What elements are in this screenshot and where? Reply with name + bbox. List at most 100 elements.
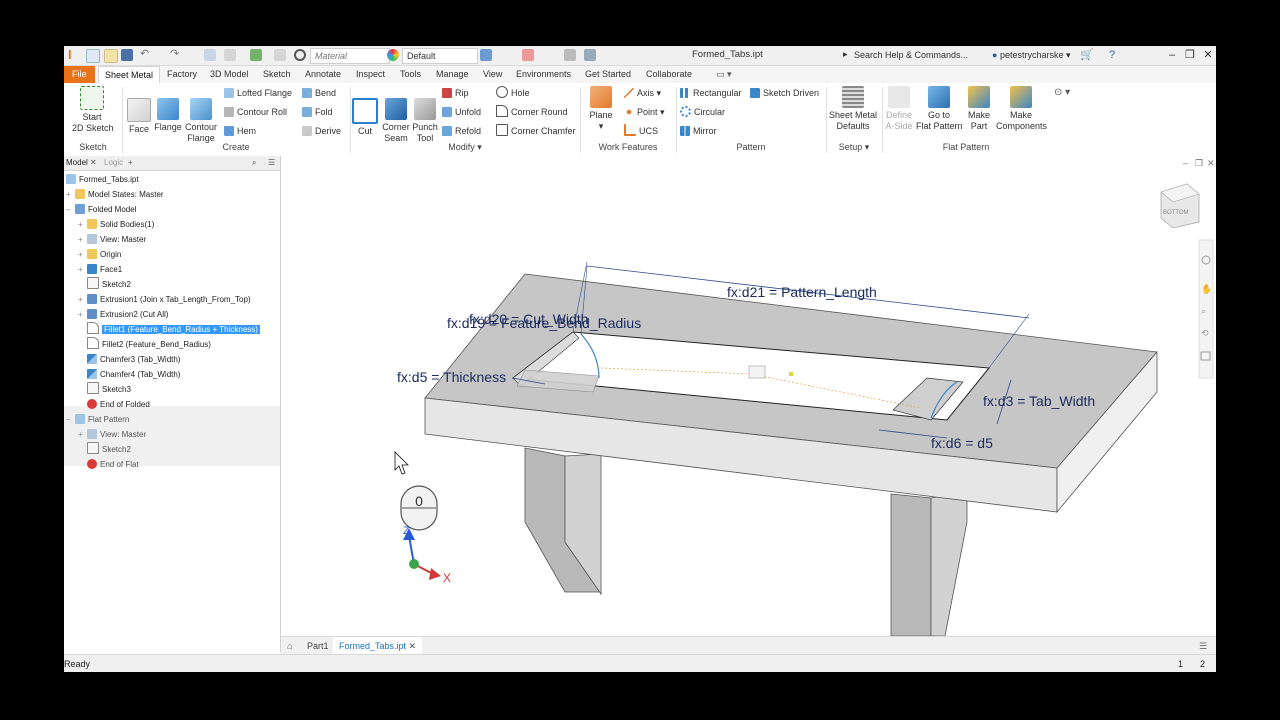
search-icon[interactable]: ⌕ (252, 156, 256, 170)
hem-button[interactable]: Hem (224, 124, 256, 138)
open-icon[interactable] (104, 49, 118, 63)
bend-button[interactable]: Bend (302, 86, 336, 100)
sketch-constraint-glyph[interactable] (748, 365, 766, 379)
tree-sketch3[interactable]: Sketch3 (78, 382, 131, 397)
tree-end-of-folded[interactable]: End of Folded (78, 397, 150, 412)
update-icon[interactable] (250, 49, 262, 61)
select-icon[interactable] (204, 49, 216, 61)
expand-icon[interactable]: + (78, 262, 87, 277)
graphics-viewport[interactable]: fx:d21 = Pattern_Length fx:d20 = Cut_Wid… (281, 156, 1216, 636)
measure-icon[interactable] (224, 49, 236, 61)
tree-extrusion1[interactable]: + Extrusion1 (Join x Tab_Length_From_Top) (78, 292, 251, 307)
tab-file[interactable]: File (64, 66, 95, 83)
derive-button[interactable]: Derive (302, 124, 341, 138)
expand-icon[interactable]: + (78, 292, 87, 307)
tabs-menu-icon[interactable]: ☰ (1199, 637, 1207, 655)
tab-environments[interactable]: Environments (510, 66, 577, 83)
point-button[interactable]: Point ▾ (624, 105, 665, 119)
tree-model-states[interactable]: + Model States: Master (66, 187, 164, 202)
pan-icon[interactable]: ✋ (1201, 283, 1212, 294)
corner-chamfer-button[interactable]: Corner Chamfer (496, 124, 576, 138)
tree-fillet2[interactable]: Fillet2 (Feature_Bend_Radius) (78, 337, 211, 352)
corner-seam-button[interactable]: Corner Seam (380, 98, 412, 144)
contour-flange-button[interactable]: Contour Flange (184, 98, 218, 144)
expand-icon[interactable]: + (78, 247, 87, 262)
make-part-button[interactable]: Make Part (964, 86, 994, 132)
tree-root[interactable]: Formed_Tabs.ipt (66, 172, 139, 187)
expand-icon[interactable]: + (78, 307, 87, 322)
flange-button[interactable]: Flange (154, 98, 182, 133)
ucs-button[interactable]: UCS (624, 124, 658, 138)
go-to-flat-pattern-button[interactable]: Go to Flat Pattern (916, 86, 963, 132)
viewport-restore-icon[interactable]: ❐ (1195, 158, 1203, 168)
properties-icon[interactable] (274, 49, 286, 61)
tree-flat-sketch2[interactable]: Sketch2 (78, 442, 131, 457)
tree-flat-view-master[interactable]: + View: Master (78, 427, 146, 442)
dim-d5[interactable]: fx:d5 = Thickness (397, 369, 506, 385)
leg-right[interactable] (890, 493, 932, 636)
tree-solid-bodies[interactable]: + Solid Bodies(1) (78, 217, 154, 232)
ribbon-display-options-icon[interactable]: ▭ ▾ (710, 66, 738, 83)
color-override-icon[interactable] (522, 49, 534, 61)
corner-round-button[interactable]: Corner Round (496, 105, 568, 119)
collapse-icon[interactable]: – (66, 202, 75, 217)
fx-icon[interactable] (480, 49, 492, 61)
tab-factory[interactable]: Factory (161, 66, 203, 83)
tree-view-master[interactable]: + View: Master (78, 232, 146, 247)
customize-icon[interactable] (564, 49, 576, 61)
mirror-button[interactable]: Mirror (680, 124, 717, 138)
group-setup[interactable]: Setup ▾ (826, 142, 882, 154)
tab-inspect[interactable]: Inspect (350, 66, 391, 83)
sheet-metal-defaults-button[interactable]: Sheet Metal Defaults (828, 86, 878, 132)
expand-icon[interactable]: + (78, 217, 87, 232)
tree-chamfer3[interactable]: Chamfer3 (Tab_Width) (78, 352, 180, 367)
help-icon[interactable]: ? (1104, 47, 1120, 63)
tab-view[interactable]: View (477, 66, 508, 83)
axis-button[interactable]: Axis ▾ (624, 86, 661, 100)
tree-origin[interactable]: + Origin (78, 247, 121, 262)
maximize-button[interactable]: ❐ (1182, 47, 1198, 63)
save-icon[interactable] (121, 49, 133, 61)
minimize-button[interactable]: – (1164, 47, 1180, 63)
make-components-button[interactable]: Make Components (996, 86, 1047, 132)
undo-icon[interactable]: ↶ (140, 49, 152, 61)
collapse-icon[interactable]: – (66, 412, 75, 427)
more-icon[interactable] (584, 49, 596, 61)
new-icon[interactable] (86, 49, 100, 63)
tab-model[interactable]: Model (66, 156, 88, 170)
rip-button[interactable]: Rip (442, 86, 469, 100)
material-select[interactable]: Material (310, 48, 390, 64)
tree-face1[interactable]: + Face1 (78, 262, 122, 277)
clear-override-icon[interactable] (294, 49, 306, 61)
expand-icon[interactable]: + (78, 427, 87, 442)
center-point[interactable] (789, 372, 793, 376)
cut-button[interactable]: Cut (352, 98, 378, 137)
tree-end-of-flat[interactable]: End of Flat (78, 457, 139, 472)
tab-3d-model[interactable]: 3D Model (204, 66, 255, 83)
cart-icon[interactable]: 🛒 (1079, 47, 1095, 63)
viewport-minimize-icon[interactable]: – (1183, 158, 1188, 168)
close-icon[interactable]: ✕ (90, 156, 97, 170)
zoom-icon[interactable]: ⌕ (1201, 306, 1206, 316)
tab-manage[interactable]: Manage (430, 66, 475, 83)
face-button[interactable]: Face (126, 98, 152, 135)
viewport-close-icon[interactable]: ✕ (1207, 158, 1215, 168)
rectangular-pattern-button[interactable]: Rectangular (680, 86, 742, 100)
add-tab-icon[interactable]: + (128, 156, 133, 170)
redo-icon[interactable]: ↷ (170, 49, 182, 61)
dim-d21[interactable]: fx:d21 = Pattern_Length (727, 284, 877, 300)
tab-sketch[interactable]: Sketch (257, 66, 297, 83)
home-icon[interactable]: ⌂ (287, 637, 292, 655)
close-button[interactable]: ✕ (1200, 47, 1216, 63)
circular-pattern-button[interactable]: Circular (680, 105, 725, 119)
model-canvas[interactable]: fx:d21 = Pattern_Length fx:d20 = Cut_Wid… (281, 156, 1216, 636)
punch-tool-button[interactable]: Punch Tool (412, 98, 438, 144)
plane-button[interactable]: Plane ▾ (586, 86, 616, 132)
user-account[interactable]: ● petestrycharske ▾ (992, 48, 1071, 62)
tab-annotate[interactable]: Annotate (299, 66, 347, 83)
tree-sketch2[interactable]: Sketch2 (78, 277, 131, 292)
search-input[interactable]: Search Help & Commands... (854, 48, 989, 62)
contour-roll-button[interactable]: Contour Roll (224, 105, 287, 119)
unfold-button[interactable]: Unfold (442, 105, 481, 119)
menu-icon[interactable]: ☰ (268, 156, 275, 170)
